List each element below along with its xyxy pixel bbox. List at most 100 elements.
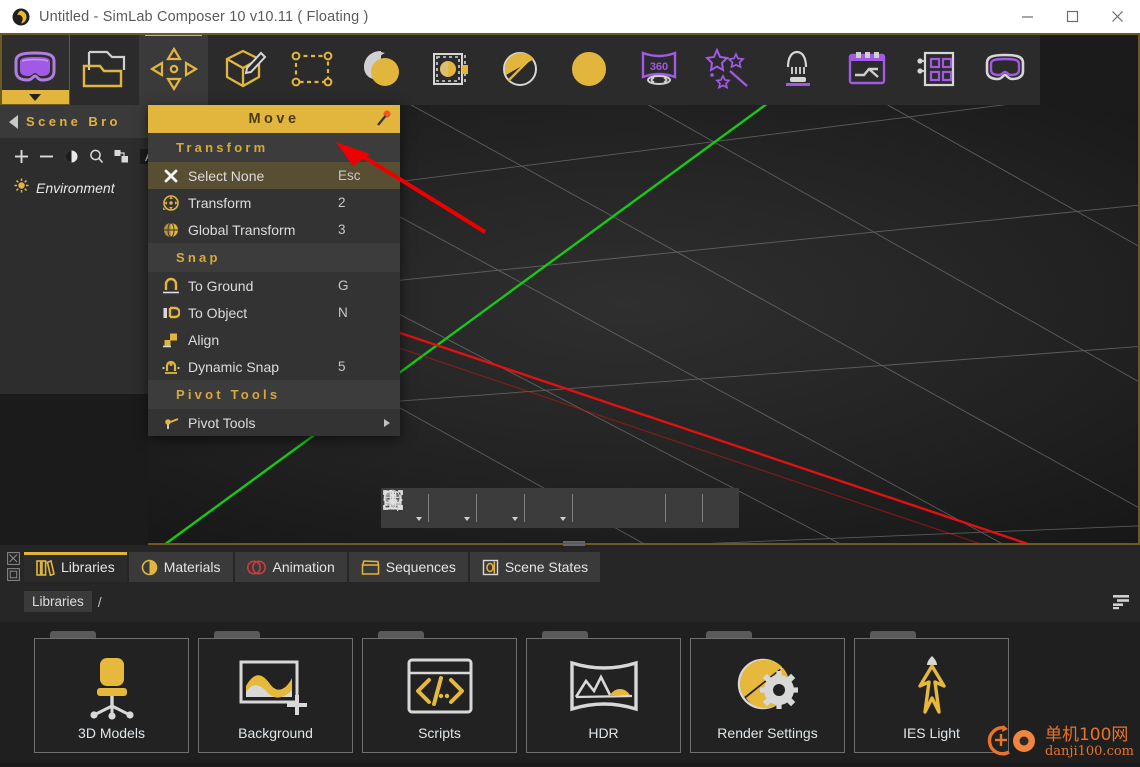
select-object-caret[interactable] bbox=[413, 485, 424, 532]
ground-plane-icon[interactable] bbox=[385, 490, 661, 526]
status-strip bbox=[0, 763, 1140, 767]
tab-materials[interactable]: Materials bbox=[128, 552, 233, 582]
menu-item-transform[interactable]: Transform 2 bbox=[148, 189, 400, 216]
scene-browser-toolbar: A bbox=[0, 138, 158, 174]
remove-icon[interactable] bbox=[35, 144, 58, 168]
toolbar-item-selection-box[interactable] bbox=[278, 33, 347, 105]
scene-state-icon bbox=[482, 559, 499, 576]
maximize-icon[interactable] bbox=[1050, 0, 1095, 33]
tab-libraries[interactable]: Libraries bbox=[24, 552, 127, 582]
hdr-panorama-icon bbox=[566, 651, 642, 723]
add-icon[interactable] bbox=[10, 144, 33, 168]
menu-item-label: Dynamic Snap bbox=[188, 358, 280, 375]
toolbar-item-open-file[interactable] bbox=[70, 33, 139, 105]
breadcrumb-root[interactable]: Libraries bbox=[24, 591, 92, 612]
search-icon[interactable] bbox=[85, 144, 108, 168]
scene-browser-title: Scene Bro bbox=[26, 114, 121, 129]
library-item-scripts[interactable]: Scripts bbox=[362, 631, 517, 753]
fit-to-view-icon[interactable] bbox=[383, 490, 461, 526]
library-item-label: 3D Models bbox=[78, 724, 145, 741]
library-item-label: Scripts bbox=[418, 724, 461, 741]
code-window-icon bbox=[405, 651, 475, 723]
pick-cursor-icon[interactable] bbox=[387, 489, 557, 526]
toolbar-item-materials[interactable] bbox=[347, 33, 416, 105]
visibility-icon[interactable] bbox=[60, 144, 83, 168]
toolbar-item-panorama-360[interactable]: 360 bbox=[624, 33, 693, 105]
toolbar-item-automation-sequence[interactable] bbox=[832, 33, 901, 105]
books-icon bbox=[36, 559, 55, 576]
vr-dropdown-arrow[interactable] bbox=[1, 90, 69, 104]
collapse-left-icon[interactable] bbox=[0, 105, 26, 138]
grid-toggle-icon[interactable] bbox=[384, 490, 698, 526]
menu-item-to-object[interactable]: To Object N bbox=[148, 299, 400, 326]
pan-plane-icon[interactable] bbox=[383, 490, 605, 526]
pick-cursor-caret[interactable] bbox=[557, 485, 568, 532]
tab-sequences[interactable]: Sequences bbox=[348, 552, 468, 582]
panel-controls bbox=[0, 550, 24, 582]
toolbar-item-vr-viewer[interactable] bbox=[971, 33, 1040, 105]
menu-item-label: To Ground bbox=[188, 277, 254, 294]
scene-tree-item-environment[interactable]: Environment bbox=[0, 172, 115, 198]
zoom-area-icon[interactable] bbox=[383, 489, 633, 526]
tab-scene-states[interactable]: Scene States bbox=[469, 552, 601, 582]
toolbar-item-vr-headset[interactable] bbox=[0, 33, 70, 105]
window-title: Untitled - SimLab Composer 10 v10.11 ( F… bbox=[39, 8, 369, 25]
svg-text:360: 360 bbox=[650, 61, 668, 73]
group-icon[interactable] bbox=[110, 144, 133, 168]
library-item-3d-models[interactable]: 3D Models bbox=[34, 631, 189, 753]
toolbar-item-modeling[interactable] bbox=[208, 33, 277, 105]
menu-section-label: Pivot Tools bbox=[176, 387, 281, 402]
menu-item-to-ground[interactable]: To Ground G bbox=[148, 272, 400, 299]
toolbar-right-fill bbox=[1040, 33, 1140, 105]
drop-to-floor-icon[interactable] bbox=[385, 490, 735, 526]
close-icon[interactable] bbox=[1095, 0, 1140, 33]
toolbar-item-render[interactable] bbox=[486, 33, 555, 105]
library-item-hdr[interactable]: HDR bbox=[526, 631, 681, 753]
menu-item-select-none[interactable]: Select None Esc bbox=[148, 162, 400, 189]
sun-icon bbox=[14, 178, 29, 198]
toolbar-item-ui-builder[interactable] bbox=[901, 33, 970, 105]
toolbar-item-magic-wand[interactable] bbox=[693, 33, 762, 105]
toolbar-item-globe-environment[interactable] bbox=[555, 33, 624, 105]
panel-resize-handle[interactable] bbox=[563, 540, 585, 546]
panel-close-icon[interactable] bbox=[6, 551, 20, 565]
vp-divider6 bbox=[702, 494, 703, 522]
render-settings-icon bbox=[733, 651, 803, 723]
material-sphere-icon bbox=[141, 559, 158, 576]
folder-body: HDR bbox=[526, 638, 681, 753]
library-item-label: IES Light bbox=[903, 724, 960, 741]
vp-divider3 bbox=[524, 494, 525, 522]
menu-item-align[interactable]: Align bbox=[148, 326, 400, 353]
library-item-label: Background bbox=[238, 724, 313, 741]
list-view-icon[interactable] bbox=[1112, 594, 1130, 615]
menu-item-dynamic-snap[interactable]: Dynamic Snap 5 bbox=[148, 353, 400, 380]
menu-item-label: Align bbox=[188, 331, 220, 348]
pin-icon[interactable] bbox=[375, 110, 392, 132]
shading-cube-icon[interactable] bbox=[385, 490, 509, 526]
tab-animation[interactable]: Animation bbox=[234, 552, 347, 582]
scene-tree-label: Environment bbox=[36, 180, 115, 196]
panel-float-icon[interactable] bbox=[6, 567, 20, 581]
toolbar-item-lighting[interactable] bbox=[763, 33, 832, 105]
pivot-tools-icon bbox=[158, 412, 184, 434]
library-item-background[interactable]: Background bbox=[198, 631, 353, 753]
menu-item-label: Global Transform bbox=[188, 221, 296, 238]
toolbar-item-move-transform[interactable] bbox=[138, 33, 209, 105]
tab-label: Animation bbox=[272, 559, 335, 575]
tab-label: Sequences bbox=[385, 559, 456, 575]
shading-cube-caret[interactable] bbox=[509, 485, 520, 532]
align-icon bbox=[158, 329, 184, 351]
toolbar-item-texture-page[interactable] bbox=[416, 33, 485, 105]
menu-title-bar: Move bbox=[148, 105, 400, 133]
fit-to-view-caret[interactable] bbox=[461, 485, 472, 532]
menu-item-label: Pivot Tools bbox=[188, 414, 256, 431]
library-item-label: Render Settings bbox=[717, 724, 818, 741]
menu-item-global-transform[interactable]: Global Transform 3 bbox=[148, 216, 400, 243]
menu-item-pivot-tools[interactable]: Pivot Tools bbox=[148, 409, 400, 436]
library-item-render-settings[interactable]: Render Settings bbox=[690, 631, 845, 753]
library-item-label: HDR bbox=[588, 724, 619, 741]
scene-browser-panel: Scene Bro A bbox=[0, 105, 154, 545]
minimize-icon[interactable] bbox=[1005, 0, 1050, 33]
folder-body: Render Settings bbox=[690, 638, 845, 753]
move-context-menu: Move Transform Select None Esc Transform… bbox=[148, 105, 400, 436]
